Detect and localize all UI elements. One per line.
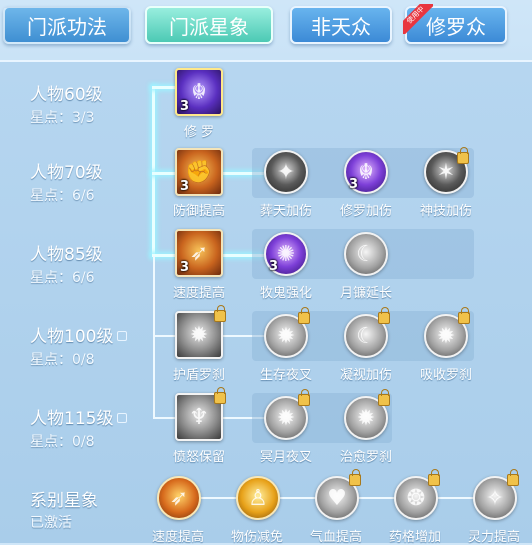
lock-icon xyxy=(117,413,128,423)
constellation-panel xyxy=(0,60,532,543)
sickle-icon: ☾ xyxy=(356,241,376,267)
series-label: 药格增加 xyxy=(388,530,441,545)
series-title: 系别星象 xyxy=(30,491,98,511)
node-label: 吸收罗刹 xyxy=(419,368,472,383)
level-115-label: 人物115级 xyxy=(30,404,128,429)
tab-feitian[interactable]: 非天众 xyxy=(290,6,392,44)
lock-icon xyxy=(378,307,390,324)
node-count: 3 xyxy=(349,177,359,192)
connector-line xyxy=(153,417,175,419)
node-label: 生存夜叉 xyxy=(259,368,312,383)
node-label: 修 罗 xyxy=(183,125,215,140)
node-label: 速度提高 xyxy=(172,286,225,301)
series-speed-up[interactable]: ➶ xyxy=(157,476,201,520)
connector-line xyxy=(153,256,155,418)
slash-icon: ✦ xyxy=(276,159,296,185)
active-connector xyxy=(152,86,176,89)
lock-icon xyxy=(457,147,469,164)
node-label: 修罗加伤 xyxy=(339,204,392,219)
node-label: 牧鬼强化 xyxy=(259,286,312,301)
tab-sect-skills[interactable]: 门派功法 xyxy=(3,6,131,44)
node-label: 防御提高 xyxy=(172,204,225,219)
node-label: 凝视加伤 xyxy=(339,368,392,383)
node-xiuluo-dmg[interactable]: ☬ 3 xyxy=(344,150,388,194)
node-label: 冥月夜叉 xyxy=(259,450,312,465)
level-70-label: 人物70级 xyxy=(30,163,103,183)
level-115-stars: 星点：0/8 xyxy=(30,434,95,450)
lock-icon xyxy=(214,387,226,404)
lock-icon xyxy=(298,389,310,406)
active-connector xyxy=(152,172,176,175)
active-connector xyxy=(152,254,176,257)
level-60-stars: 星点：3/3 xyxy=(30,110,95,126)
lock-icon xyxy=(214,305,226,322)
lock-icon xyxy=(298,307,310,324)
series-status: 已激活 xyxy=(30,515,72,531)
running-icon: ➶ xyxy=(169,485,189,511)
tab-xiuluo-label: 修罗众 xyxy=(426,14,486,39)
active-connector xyxy=(152,86,155,256)
node-label: 护盾罗刹 xyxy=(172,368,225,383)
series-phys-reduce[interactable]: ♙ xyxy=(236,476,280,520)
node-count: 3 xyxy=(180,179,190,194)
node-label: 治愈罗刹 xyxy=(339,450,392,465)
node-count: 3 xyxy=(180,260,190,275)
level-85-stars: 星点：6/6 xyxy=(30,270,95,286)
node-xiuluo[interactable]: ☬ 3 xyxy=(175,68,223,116)
connector-line xyxy=(153,335,175,337)
lock-icon xyxy=(458,307,470,324)
series-label: 物伤减免 xyxy=(230,530,283,545)
node-speed-up[interactable]: ➶ 3 xyxy=(175,229,223,277)
node-label: 月镰延长 xyxy=(339,286,392,301)
in-use-badge: 使用中 xyxy=(403,4,433,34)
node-label: 葬天加伤 xyxy=(259,204,312,219)
node-defense-up[interactable]: ✊ 3 xyxy=(175,148,223,196)
level-100-label: 人物100级 xyxy=(30,322,128,347)
tab-xiuluo[interactable]: 使用中 修罗众 xyxy=(403,4,507,44)
node-count: 3 xyxy=(180,99,190,114)
level-100-stars: 星点：0/8 xyxy=(30,352,95,368)
series-label: 气血提高 xyxy=(309,530,362,545)
node-count: 3 xyxy=(269,259,279,274)
series-label: 速度提高 xyxy=(151,530,204,545)
node-mugui-enhance[interactable]: ✺ 3 xyxy=(264,232,308,276)
tab-sect-constellation[interactable]: 门派星象 xyxy=(145,6,273,44)
lock-icon xyxy=(349,469,361,486)
lock-icon xyxy=(428,469,440,486)
figure-icon: ♙ xyxy=(248,485,268,511)
lock-icon xyxy=(378,389,390,406)
node-zangtian-dmg[interactable]: ✦ xyxy=(264,150,308,194)
series-label: 灵力提高 xyxy=(467,530,520,545)
level-60-label: 人物60级 xyxy=(30,85,103,105)
node-label: 愤怒保留 xyxy=(172,450,225,465)
level-70-stars: 星点：6/6 xyxy=(30,188,95,204)
node-label: 神技加伤 xyxy=(419,204,472,219)
node-yuelian-extend[interactable]: ☾ xyxy=(344,232,388,276)
lock-icon xyxy=(117,331,128,341)
level-85-label: 人物85级 xyxy=(30,245,103,265)
lock-icon xyxy=(507,469,519,486)
